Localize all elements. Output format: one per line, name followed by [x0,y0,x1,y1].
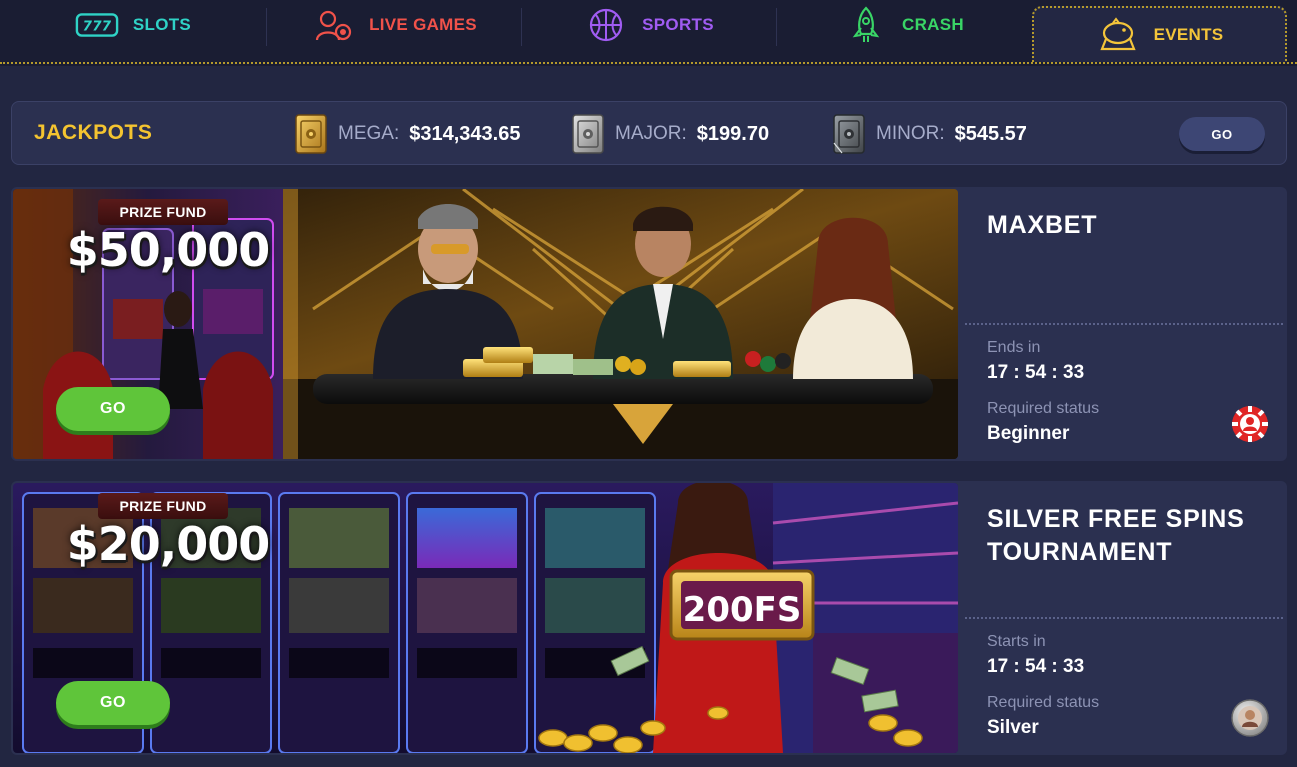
prize-fund-label: PRIZE FUND [98,493,228,519]
event-card-maxbet[interactable]: PRIZE FUND $50,000 GO MAXBET Ends in 17 … [11,187,1287,461]
event-go-button[interactable]: GO [56,681,170,725]
jackpot-label: MAJOR: [615,123,687,144]
countdown-value: 17 : 54 : 33 [987,656,1085,677]
jackpot-value: $199.70 [696,122,770,145]
tab-crash[interactable]: CRASH [777,0,1031,50]
event-title: MAXBET [987,211,1098,239]
tab-label: SLOTS [132,15,192,34]
nav-divider [0,62,1297,64]
rocket-icon [844,6,888,42]
jackpot-value: $314,343.65 [409,122,521,145]
required-status-label: Required status [987,694,1100,711]
info-divider [965,617,1283,619]
iron-safe-icon [833,114,865,154]
required-status-label: Required status [987,400,1100,417]
red-chip-badge-icon [1232,406,1268,442]
tab-slots[interactable]: 777 SLOTS [0,0,266,50]
countdown-label: Starts in [987,633,1046,650]
silver-safe-icon [572,114,604,154]
tab-events[interactable]: EVENTS [1032,6,1287,62]
basketball-icon [584,8,628,42]
silver-avatar-badge-icon [1231,699,1269,737]
event-title: SILVER FREE SPINS TOURNAMENT [987,505,1245,566]
required-status-value: Beginner [987,423,1070,444]
info-divider [965,323,1283,325]
required-status-value: Silver [987,717,1039,738]
jackpot-major: MAJOR: $199.70 [571,112,769,156]
tab-live-games[interactable]: LIVE GAMES [267,0,521,50]
jackpots-title: JACKPOTS [34,121,153,144]
event-go-button[interactable]: GO [56,387,170,431]
countdown-value: 17 : 54 : 33 [987,362,1085,383]
jackpot-label: MEGA: [338,123,400,144]
jackpot-value: $545.57 [954,122,1027,145]
event-banner-silver-free-spins[interactable]: 200FS PRIZE FUND $20,000 GO [13,483,958,753]
prize-fund-amount: $50,000 [66,223,271,277]
jackpots-bar: JACKPOTS MEGA: $314,343.65 MAJOR: $199.7… [11,101,1287,165]
tab-label: CRASH [902,15,964,34]
tab-sports[interactable]: SPORTS [522,0,776,50]
tab-label: LIVE GAMES [369,15,477,34]
live-dealer-icon [311,8,355,42]
event-info: SILVER FREE SPINS TOURNAMENT Starts in 1… [959,481,1287,755]
jackpots-go-button[interactable]: GO [1179,117,1265,151]
event-banner-maxbet[interactable]: PRIZE FUND $50,000 GO [13,189,958,459]
piggy-bank-icon [1096,17,1140,52]
jackpot-minor: MINOR: $545.57 [832,112,1027,156]
slot-machine-icon: 777 [75,8,119,42]
tab-label: SPORTS [642,15,714,34]
jackpot-label: MINOR: [876,123,945,144]
prize-fund-amount: $20,000 [66,517,271,571]
gold-safe-icon [295,114,327,154]
event-card-silver-free-spins[interactable]: 200FS PRIZE FUND $20,000 GO SILVER FREE … [11,481,1287,755]
svg-text:777: 777 [83,20,112,35]
free-spins-sign: 200FS [683,590,802,630]
tab-label: EVENTS [1153,25,1224,44]
jackpot-mega: MEGA: $314,343.65 [294,112,520,156]
countdown-label: Ends in [987,339,1041,356]
top-navigation: 777 SLOTS LIVE GAMES SPORTS CRASH EVENTS [0,0,1297,66]
event-info: MAXBET Ends in 17 : 54 : 33 Required sta… [959,187,1287,461]
prize-fund-label: PRIZE FUND [98,199,228,225]
